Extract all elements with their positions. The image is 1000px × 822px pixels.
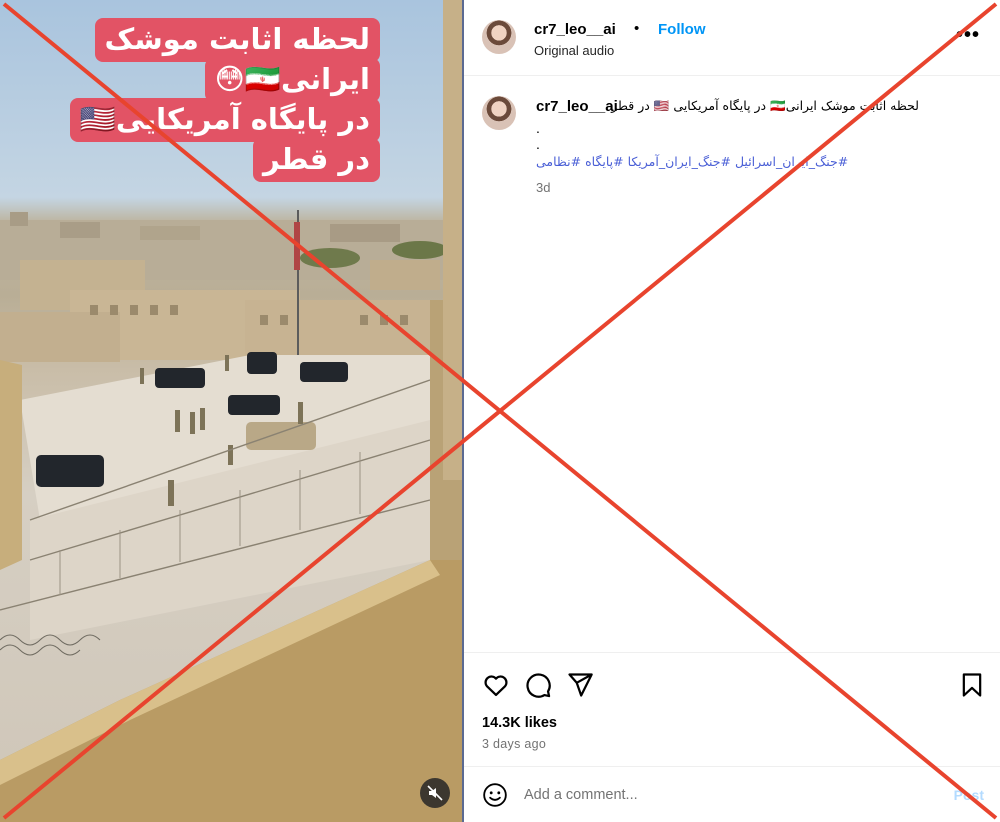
caption-dot: . — [536, 136, 540, 152]
caption-dots: . . — [536, 120, 540, 152]
bookmark-icon[interactable] — [958, 671, 986, 699]
video-caption-line: لحظه اثابت موشک — [94, 18, 380, 62]
post-sidebar: cr7_leo__ai • Follow Original audio ••• … — [464, 0, 1000, 822]
comment-bar: Post — [464, 766, 1000, 822]
video-caption-line: در پایگاه آمریکایی🇺🇸 — [69, 98, 380, 142]
post-comment-button[interactable]: Post — [954, 787, 984, 803]
video-caption-line: در قطر — [253, 138, 380, 182]
hashtag-links[interactable]: #جنگ_ایران_اسرائیل #جنگ_ایران_آمریکا #پا… — [536, 154, 848, 169]
avatar[interactable] — [482, 96, 516, 130]
send-icon[interactable] — [566, 671, 594, 699]
comment-icon[interactable] — [524, 671, 552, 699]
audio-label[interactable]: Original audio — [534, 43, 614, 58]
follow-button[interactable]: Follow — [658, 21, 706, 38]
avatar[interactable] — [482, 20, 516, 54]
mute-button[interactable] — [420, 778, 450, 808]
post-timestamp[interactable]: 3 days ago — [482, 737, 546, 751]
post-actions: 14.3K likes 3 days ago — [464, 652, 1000, 770]
heart-icon[interactable] — [482, 671, 510, 699]
caption-username[interactable]: cr7_leo__ai — [536, 98, 618, 115]
post-header: cr7_leo__ai • Follow Original audio ••• — [464, 0, 1000, 76]
caption-text: لحظه اثابت موشک ایرانی🇮🇷 در پایگاه آمریک… — [611, 98, 919, 113]
video-caption-line: ایرانی🇮🇷😳 — [204, 58, 380, 102]
like-count[interactable]: 14.3K likes — [482, 715, 557, 731]
more-options-icon[interactable]: ••• — [956, 25, 980, 45]
caption-dot: . — [536, 120, 540, 136]
video-caption-overlay: لحظه اثابت موشک ایرانی🇮🇷😳 در پایگاه آمری… — [69, 18, 380, 182]
speaker-muted-icon — [427, 785, 443, 801]
author-username[interactable]: cr7_leo__ai — [534, 21, 616, 38]
caption-hashtags[interactable]: #جنگ_ایران_اسرائیل #جنگ_ایران_آمریکا #پا… — [536, 154, 848, 169]
separator-dot: • — [634, 20, 640, 37]
caption-timestamp[interactable]: 3d — [536, 180, 550, 195]
emoji-icon[interactable] — [482, 782, 508, 808]
comment-input[interactable] — [524, 781, 924, 809]
video-player[interactable]: لحظه اثابت موشک ایرانی🇮🇷😳 در پایگاه آمری… — [0, 0, 462, 822]
